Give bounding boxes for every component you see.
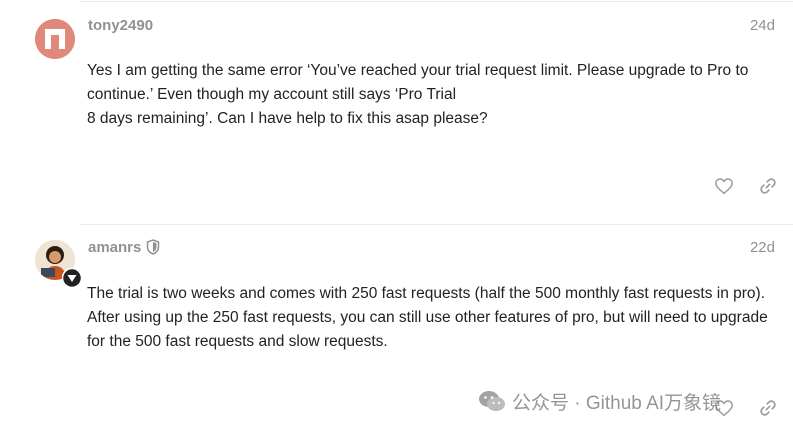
avatar-tony2490[interactable] [35,19,75,59]
share-link-button[interactable] [757,397,779,419]
heart-icon [715,178,733,195]
post-date[interactable]: 22d [750,239,775,256]
post-body: Yes I am getting the same error ‘You’ve … [87,59,777,131]
share-link-button[interactable] [757,175,779,197]
link-icon [760,400,776,416]
post-date[interactable]: 24d [750,17,775,34]
moderator-badge-icon [62,268,82,288]
link-icon [760,178,776,194]
post-body: The trial is two weeks and comes with 25… [87,282,777,354]
like-button[interactable] [713,175,735,197]
post-body-line: The trial is two weeks and comes with 25… [87,285,768,350]
watermark: 公众号 · Github AI万象镜 [478,388,721,414]
wechat-icon [479,391,505,411]
post-body-line: Yes I am getting the same error ‘You’ve … [87,62,749,103]
post-username[interactable]: tony2490 [88,17,153,34]
post-body-line: 8 days remaining’. Can I have help to fi… [87,110,488,127]
watermark-text: 公众号 · Github AI万象镜 [512,392,722,414]
post-username[interactable]: amanrs [88,239,141,256]
shield-icon [146,239,160,255]
avatar-letter-t-icon [35,19,75,59]
